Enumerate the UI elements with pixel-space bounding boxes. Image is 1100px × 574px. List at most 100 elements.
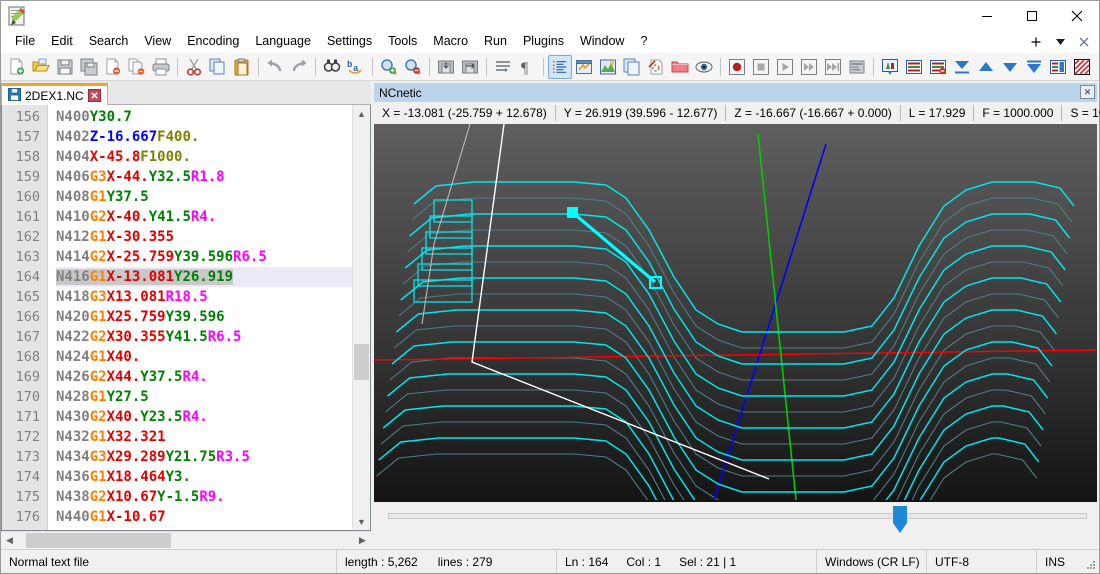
function-list-icon[interactable] [620,55,644,79]
menu-encoding[interactable]: Encoding [179,32,247,51]
code-line[interactable]: N414G2X-25.759Y39.596R6.5 [56,247,352,267]
menu-search[interactable]: Search [81,32,137,51]
scroll-down-arrow-icon[interactable]: ▼ [353,513,370,530]
document-switcher-icon[interactable] [644,55,668,79]
ncnetic-split-icon[interactable] [1046,55,1070,79]
close-tab-icon[interactable] [1073,32,1095,52]
record-macro-icon[interactable] [725,55,749,79]
timeline-slider[interactable] [374,502,1097,549]
code-line[interactable]: N426G2X44.Y37.5R4. [56,367,352,387]
show-all-characters-icon[interactable]: ¶ [515,55,539,79]
user-defined-dialog-icon[interactable] [572,55,596,79]
run-dialog-icon[interactable] [845,55,869,79]
code-line[interactable]: N418G3X13.081R18.5 [56,287,352,307]
sync-horizontal-scroll-icon[interactable] [458,55,482,79]
scroll-up-arrow-icon[interactable]: ▲ [353,105,370,122]
timeline-slider-track[interactable] [388,513,1087,519]
code-line[interactable]: N404X-45.8F1000. [56,147,352,167]
replace-icon[interactable]: ba [344,55,368,79]
monitoring-icon[interactable] [692,55,716,79]
document-tab-2dex1nc[interactable]: 2DEX1.NC [1,83,108,105]
code-line[interactable]: N440G1X-10.67 [56,507,352,527]
scroll-right-arrow-icon[interactable]: ▶ [354,532,371,549]
menu-view[interactable]: View [136,32,179,51]
code-text[interactable]: N400Y30.7 N402Z-16.667F400. N404X-45.8F100… [48,105,352,530]
scroll-left-arrow-icon[interactable]: ◀ [1,532,18,549]
menu-macro[interactable]: Macro [425,32,476,51]
stop-recording-icon[interactable] [749,55,773,79]
save-all-icon[interactable] [77,55,101,79]
code-line[interactable]: N406G3X-44.Y32.5R1.8 [56,167,352,187]
code-line[interactable]: N432G1X32.321 [56,427,352,447]
code-line[interactable]: N400Y30.7 [56,107,352,127]
word-wrap-icon[interactable] [491,55,515,79]
resize-grip[interactable] [1085,559,1097,571]
minimize-button[interactable] [964,1,1009,31]
new-tab-plus-icon[interactable] [1025,32,1047,52]
code-line[interactable]: N410G2X-40.Y41.5R4. [56,207,352,227]
vertical-scroll-thumb[interactable] [354,344,369,380]
ncnetic-table-icon[interactable] [902,55,926,79]
undo-icon[interactable] [263,55,287,79]
code-editor[interactable]: 156 157 158 159 160 161 162 163 164 165 166 167 168 1… [1,105,371,531]
ncnetic-down-icon[interactable] [998,55,1022,79]
menu-language[interactable]: Language [247,32,319,51]
menu-tools[interactable]: Tools [380,32,425,51]
playback-macro-icon[interactable] [773,55,797,79]
code-line[interactable]: N424G1X40. [56,347,352,367]
menu-help[interactable]: ? [632,32,655,51]
ncnetic-bottom-icon[interactable] [1022,55,1046,79]
code-scroll-area[interactable]: 156 157 158 159 160 161 162 163 164 165 166 167 168 1… [2,105,352,530]
horizontal-scroll-thumb[interactable] [26,533,171,548]
folder-as-workspace-icon[interactable] [668,55,692,79]
close-button[interactable] [1054,1,1099,31]
code-line[interactable]: N428G1Y27.5 [56,387,352,407]
close-all-icon[interactable] [125,55,149,79]
code-line[interactable]: N422G2X30.355Y41.5R6.5 [56,327,352,347]
document-map-icon[interactable] [596,55,620,79]
code-line[interactable]: N412G1X-30.355 [56,227,352,247]
ncnetic-top-icon[interactable] [950,55,974,79]
save-macro-icon[interactable] [797,55,821,79]
menu-plugins[interactable]: Plugins [515,32,572,51]
zoom-in-icon[interactable] [377,55,401,79]
ncnetic-table-stop-icon[interactable] [926,55,950,79]
menu-file[interactable]: File [7,32,43,51]
print-icon[interactable] [149,55,173,79]
code-line[interactable]: N430G2X40.Y23.5R4. [56,407,352,427]
close-file-icon[interactable] [101,55,125,79]
new-file-icon[interactable] [5,55,29,79]
paste-icon[interactable] [230,55,254,79]
close-tab-x-icon[interactable] [87,89,101,102]
redo-icon[interactable] [287,55,311,79]
find-icon[interactable] [320,55,344,79]
ncnetic-panel-close-icon[interactable]: ✕ [1080,85,1095,99]
code-line[interactable]: N434G3X29.289Y21.75R3.5 [56,447,352,467]
ncnetic-open-icon[interactable] [878,55,902,79]
tab-list-dropdown-icon[interactable] [1049,32,1071,52]
code-line[interactable]: N420G1X25.759Y39.596 [56,307,352,327]
code-line-current[interactable]: N416G1X-13.081Y26.919 [56,267,352,287]
zoom-out-icon[interactable] [401,55,425,79]
open-file-icon[interactable] [29,55,53,79]
menu-window[interactable]: Window [572,32,632,51]
copy-icon[interactable] [206,55,230,79]
ncnetic-hatch-icon[interactable] [1070,55,1094,79]
menu-edit[interactable]: Edit [43,32,81,51]
code-line[interactable]: N402Z-16.667F400. [56,127,352,147]
indent-guide-icon[interactable] [548,54,572,79]
menu-settings[interactable]: Settings [319,32,380,51]
ncnetic-up-icon[interactable] [974,55,998,79]
menu-run[interactable]: Run [476,32,515,51]
code-line[interactable]: N436G1X18.464Y3. [56,467,352,487]
code-line[interactable]: N408G1Y37.5 [56,187,352,207]
sync-vertical-scroll-icon[interactable] [434,55,458,79]
code-line[interactable]: N438G2X10.67Y-1.5R9. [56,487,352,507]
editor-horizontal-scrollbar[interactable]: ◀ ▶ [1,531,371,549]
maximize-button[interactable] [1009,1,1054,31]
vertical-scroll-track[interactable] [353,122,370,513]
horizontal-scroll-track[interactable] [18,532,354,549]
save-icon[interactable] [53,55,77,79]
toolpath-3d-viewport[interactable] [374,124,1097,502]
timeline-slider-thumb[interactable] [891,506,909,534]
